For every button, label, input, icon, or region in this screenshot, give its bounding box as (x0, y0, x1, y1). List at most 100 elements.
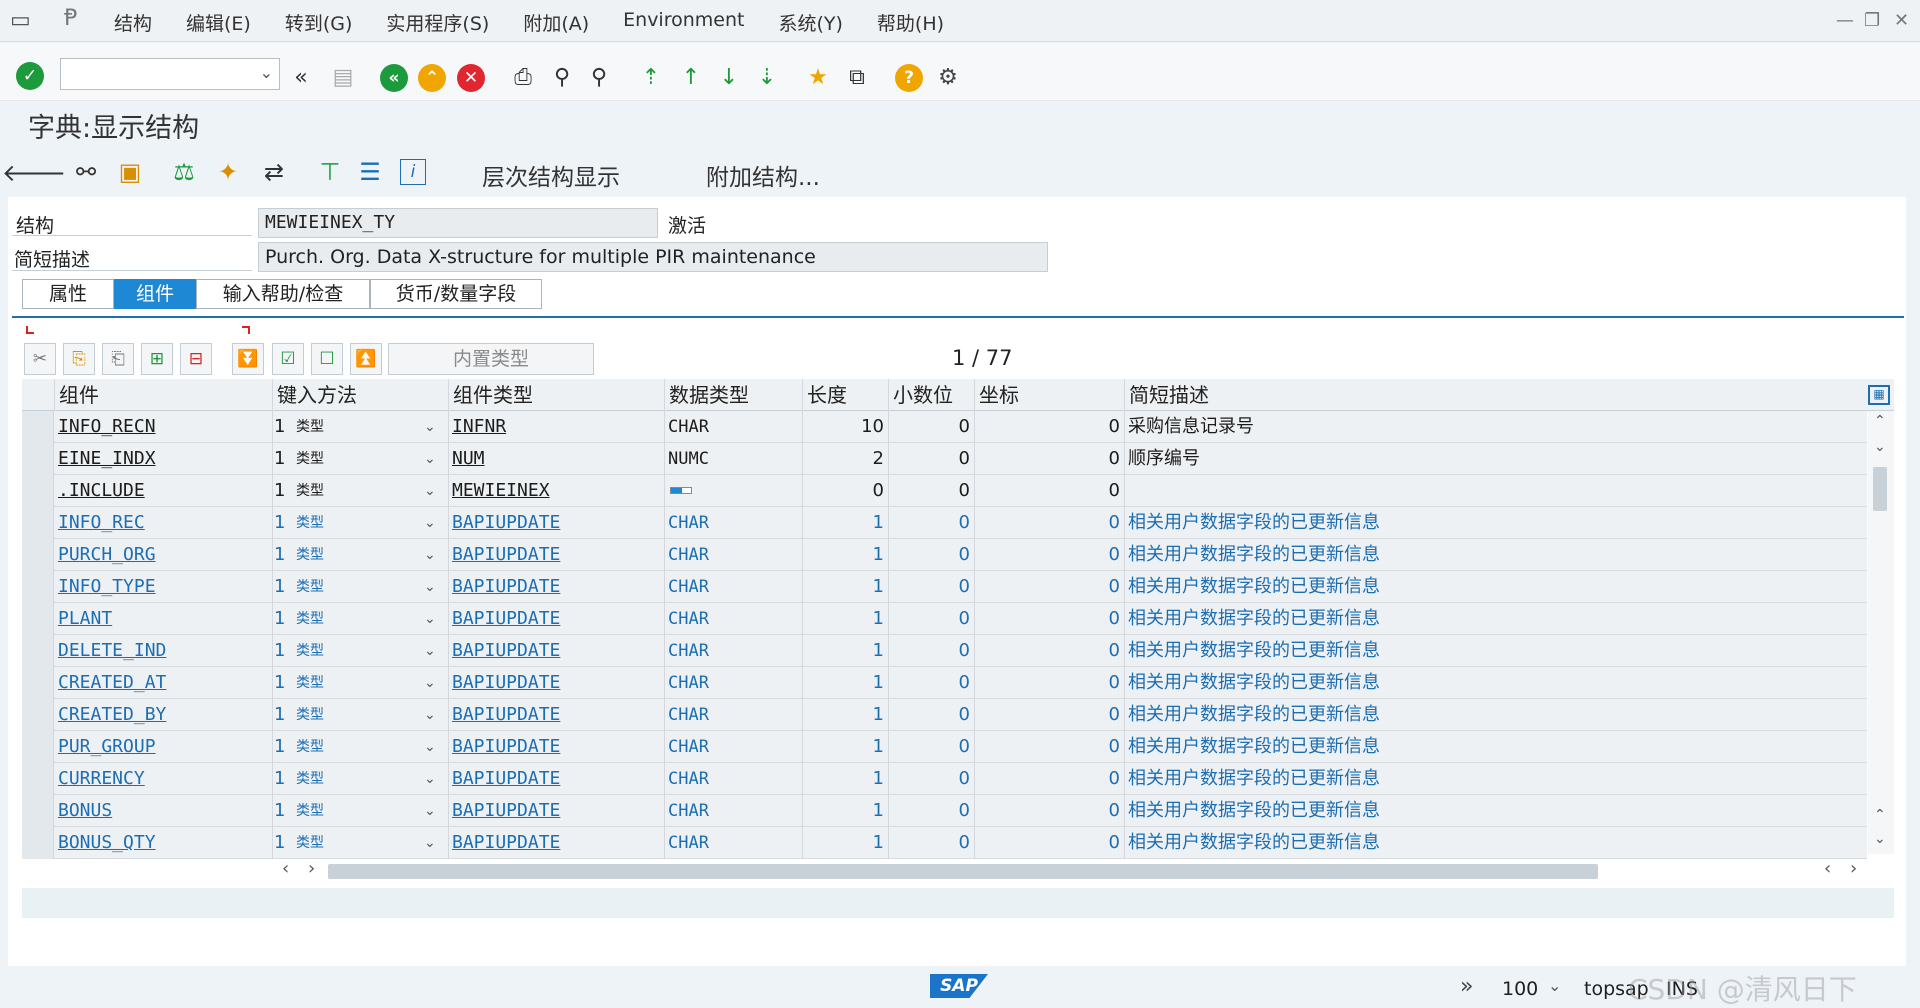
cell-component[interactable]: BONUS (58, 795, 268, 827)
typing-dropdown-icon[interactable]: ⌄ (424, 635, 440, 667)
row-selector[interactable] (22, 635, 54, 667)
next-page-icon[interactable]: ↓ (714, 62, 744, 92)
cell-component[interactable]: INFO_TYPE (58, 571, 268, 603)
row-selector[interactable] (22, 539, 54, 571)
delete-row-icon[interactable]: ⊟ (180, 343, 212, 375)
scroll-top-icon[interactable]: ⌃ (1874, 807, 1886, 823)
new-session-icon[interactable]: ★ (803, 62, 833, 92)
menu-item[interactable]: 系统(Y) (778, 9, 842, 36)
table-row[interactable]: CURRENCY 1 类型 BAPIUPDATE CHAR 1 0 0 相关用户数据字段的已更新… (22, 763, 1867, 795)
table-row[interactable]: .INCLUDE 1 类型 MEWIEINEX 0 0 0 ⌄ (22, 475, 1867, 507)
cell-component[interactable]: CREATED_AT (58, 667, 268, 699)
table-row[interactable]: INFO_TYPE 1 类型 BAPIUPDATE CHAR 1 0 0 相关用户数据字段的已更… (22, 571, 1867, 603)
hierarchy-icon[interactable]: ⊤ (314, 156, 346, 188)
typing-dropdown-icon[interactable]: ⌄ (424, 795, 440, 827)
col-header-typing[interactable]: 键入方法 (272, 379, 448, 411)
col-header-data-type[interactable]: 数据类型 (664, 379, 802, 411)
cell-comp-type[interactable]: BAPIUPDATE (452, 699, 658, 731)
find-next-icon[interactable]: ⚲ (584, 62, 614, 92)
scroll-bottom-icon[interactable]: ⌄ (1874, 831, 1886, 847)
tab-currency-quantity[interactable]: 货币/数量字段 (370, 279, 542, 309)
typing-dropdown-icon[interactable]: ⌄ (424, 475, 440, 507)
settings-icon[interactable]: ⚙ (933, 62, 963, 92)
cell-component[interactable]: DELETE_IND (58, 635, 268, 667)
cell-comp-type[interactable]: BAPIUPDATE (452, 539, 658, 571)
scroll-thumb[interactable] (1873, 467, 1887, 511)
row-selector[interactable] (22, 731, 54, 763)
menu-item[interactable]: 结构 (114, 9, 152, 36)
menu-item[interactable]: 附加(A) (523, 9, 589, 36)
where-used-icon[interactable]: ⇄ (258, 156, 290, 188)
tab-input-help[interactable]: 输入帮助/检查 (196, 279, 370, 309)
h-scroll-left2-icon[interactable]: ‹ (1824, 858, 1831, 879)
collapse-all-icon[interactable]: ⏫ (350, 343, 382, 375)
typing-dropdown-icon[interactable]: ⌄ (424, 443, 440, 475)
expand-all-icon[interactable]: ⏬ (232, 343, 264, 375)
exit-icon[interactable]: ⌃ (418, 64, 446, 92)
scroll-down-icon[interactable]: ⌄ (1874, 439, 1886, 455)
insert-row-icon[interactable]: ⊞ (141, 343, 173, 375)
save-icon[interactable]: ▤ (328, 62, 358, 92)
display-change-icon[interactable]: ▣ (114, 156, 146, 188)
typing-dropdown-icon[interactable]: ⌄ (424, 667, 440, 699)
vertical-scrollbar[interactable]: ⌃ ⌄ ⌃ ⌄ (1868, 411, 1894, 854)
cell-component[interactable]: .INCLUDE (58, 475, 268, 507)
cell-comp-type[interactable]: BAPIUPDATE (452, 571, 658, 603)
cancel-icon[interactable]: ✕ (457, 64, 485, 92)
column-config-icon[interactable]: ▦ (1868, 385, 1890, 405)
cell-comp-type[interactable]: BAPIUPDATE (452, 507, 658, 539)
restore-button[interactable]: ❐ (1864, 10, 1880, 31)
menu-item[interactable]: 转到(G) (285, 9, 353, 36)
minimize-button[interactable]: — (1836, 10, 1854, 31)
horizontal-scrollbar[interactable] (328, 864, 1598, 879)
row-selector[interactable] (22, 795, 54, 827)
tab-components[interactable]: 组件 (114, 279, 196, 309)
table-row[interactable]: CREATED_BY 1 类型 BAPIUPDATE CHAR 1 0 0 相关用户数据字段的已… (22, 699, 1867, 731)
cut-row-icon[interactable]: ✂ (24, 343, 56, 375)
row-selector[interactable] (22, 827, 54, 859)
h-scroll-right2-icon[interactable]: › (1850, 858, 1857, 879)
cell-component[interactable]: CREATED_BY (58, 699, 268, 731)
shortcut-icon[interactable]: ⧉ (842, 62, 872, 92)
desc-field[interactable]: Purch. Org. Data X-structure for multipl… (258, 242, 1048, 272)
append-structure-button[interactable]: 附加结构... (706, 158, 820, 192)
help-icon[interactable]: ? (895, 64, 923, 92)
table-row[interactable]: PLANT 1 类型 BAPIUPDATE CHAR 1 0 0 相关用户数据字段的已更新信息 ⌄ (22, 603, 1867, 635)
table-row[interactable]: BONUS 1 类型 BAPIUPDATE CHAR 1 0 0 相关用户数据字段的已更新信息 ⌄ (22, 795, 1867, 827)
expand-status-icon[interactable]: » (1460, 974, 1473, 999)
menu-icon[interactable]: ▭ (10, 8, 31, 33)
find-icon[interactable]: ⚲ (547, 62, 577, 92)
last-page-icon[interactable]: ⇣ (752, 62, 782, 92)
cell-comp-type[interactable]: BAPIUPDATE (452, 635, 658, 667)
zoom-chevron-icon[interactable]: ⌄ (1548, 976, 1561, 995)
typing-dropdown-icon[interactable]: ⌄ (424, 827, 440, 859)
back-icon[interactable]: « (380, 64, 408, 92)
print-icon[interactable]: ⎙ (508, 62, 538, 92)
cell-comp-type[interactable]: BAPIUPDATE (452, 763, 658, 795)
cell-comp-type[interactable]: INFNR (452, 411, 658, 443)
menu-item[interactable]: 实用程序(S) (386, 9, 489, 36)
table-row[interactable]: DELETE_IND 1 类型 BAPIUPDATE CHAR 1 0 0 相关用户数据字段的已… (22, 635, 1867, 667)
zoom-level[interactable]: 100 (1502, 978, 1538, 1000)
table-row[interactable]: BONUS_QTY 1 类型 BAPIUPDATE CHAR 1 0 0 相关用户数据字段的已更… (22, 827, 1867, 859)
typing-dropdown-icon[interactable]: ⌄ (424, 763, 440, 795)
deselect-all-icon[interactable]: ☐ (311, 343, 343, 375)
cell-comp-type[interactable]: BAPIUPDATE (452, 731, 658, 763)
col-header-comp-type[interactable]: 组件类型 (448, 379, 664, 411)
paste-row-icon[interactable]: ⎗ (102, 343, 134, 375)
row-selector[interactable] (22, 507, 54, 539)
chevron-down-icon[interactable]: ⌄ (260, 63, 273, 82)
table-row[interactable]: EINE_INDX 1 类型 NUM NUMC 2 0 0 顺序编号 ⌄ (22, 443, 1867, 475)
cell-component[interactable]: EINE_INDX (58, 443, 268, 475)
cell-component[interactable]: PURCH_ORG (58, 539, 268, 571)
command-field[interactable]: ⌄ (60, 58, 280, 90)
table-row[interactable]: PURCH_ORG 1 类型 BAPIUPDATE CHAR 1 0 0 相关用户数据字段的已更… (22, 539, 1867, 571)
menu-item[interactable]: 编辑(E) (186, 9, 251, 36)
struct-name-field[interactable]: MEWIEINEX_TY (258, 208, 658, 238)
menu-item[interactable]: 帮助(H) (877, 9, 944, 36)
sap-p-icon[interactable]: Ᵽ (64, 6, 77, 31)
typing-dropdown-icon[interactable]: ⌄ (424, 731, 440, 763)
object-list-icon[interactable]: ☰ (354, 156, 386, 188)
close-window-button[interactable]: ✕ (1894, 10, 1909, 31)
col-header-decimals[interactable]: 小数位 (888, 379, 974, 411)
